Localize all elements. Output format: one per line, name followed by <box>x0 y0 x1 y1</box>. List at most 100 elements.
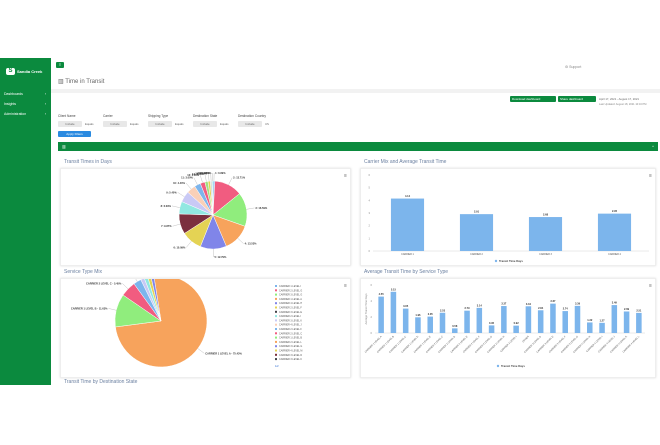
x-tick-label: CARRIER 3 <box>539 253 552 256</box>
chart-menu-icon[interactable]: ≡ <box>649 173 652 179</box>
legend-marker <box>275 353 277 356</box>
chart-title: Carrier Mix and Average Transit Time <box>364 159 447 165</box>
y-tick-label: 6 <box>371 283 373 287</box>
share-dashboard-button[interactable]: Share dashboard <box>558 96 596 102</box>
bar-data-label: 2.69 <box>624 307 630 311</box>
bar <box>452 328 458 333</box>
bar <box>439 312 446 333</box>
filter-operator-select[interactable]: Equals <box>130 122 139 126</box>
filter-label: Carrier <box>103 114 113 118</box>
bar <box>459 214 494 251</box>
legend-item[interactable]: CARRIER 3 LEVEL D <box>279 354 302 357</box>
chevron-down-icon: › <box>44 102 46 106</box>
brand-name: Sandia Creek <box>17 69 43 74</box>
support-link[interactable]: ⚙ Support <box>565 65 581 69</box>
logo[interactable]: S Sandia Creek <box>6 68 42 75</box>
pie-data-label: 10: 4.40% <box>173 181 186 185</box>
y-tick-label: 2 <box>371 315 373 319</box>
filter-input[interactable]: Include <box>103 121 127 127</box>
section-header[interactable]: ▥ ^ <box>58 142 658 151</box>
pie-leader-line <box>193 177 198 185</box>
filter-label: Client Name <box>58 114 76 118</box>
chart-menu-icon[interactable]: ≡ <box>344 173 347 179</box>
legend-marker <box>275 297 277 300</box>
filter-operator-select[interactable]: Equals <box>220 122 229 126</box>
bar <box>562 311 568 333</box>
legend-marker <box>275 285 277 287</box>
bar <box>636 312 642 333</box>
chart-menu-icon[interactable]: ≡ <box>344 283 347 289</box>
legend-item[interactable]: CARRIER 1 LEVEL B <box>279 337 302 340</box>
legend-item[interactable]: CARRIER 1 LEVEL A <box>279 298 302 301</box>
page-title-text: Time in Transit <box>65 79 105 85</box>
legend-marker <box>275 345 277 348</box>
legend-marker <box>275 319 277 322</box>
filter-input[interactable]: Include <box>193 121 217 127</box>
filter-input[interactable]: Include <box>238 121 262 127</box>
legend-item[interactable]: CARRIER 2 LEVEL I <box>279 315 301 318</box>
chart-title: Average Transit Time by Service Type <box>364 269 449 275</box>
bar-data-label: 1.27 <box>600 318 606 322</box>
legend-item[interactable]: CARRIER 2 LEVEL F <box>279 307 302 310</box>
sidebar-item-label: Dashboards <box>4 92 23 96</box>
x-tick-label: OTHER <box>522 335 530 343</box>
download-dashboard-button[interactable]: Download dashboard <box>510 96 556 102</box>
pie-leader-line <box>197 348 205 354</box>
legend-item[interactable]: CARRIER 3 LEVEL K <box>279 319 302 322</box>
chart-menu-icon[interactable]: ≡ <box>649 283 652 289</box>
legend-marker <box>275 289 277 292</box>
legend-item[interactable]: CARRIER 1 LEVEL I <box>279 285 301 288</box>
section-title: Transit Time by Destination State <box>64 379 138 385</box>
chart-title: Transit Times in Days <box>64 159 112 165</box>
date-range-picker[interactable]: April 17, 2021 - August 17, 2021 <box>599 97 639 101</box>
apply-filters-button[interactable]: Apply Filters <box>58 131 91 137</box>
legend-item[interactable]: CARRIER 2 LEVEL C <box>279 332 302 335</box>
bar <box>415 317 421 333</box>
legend-item[interactable]: CARRIER 3 LEVEL K <box>279 358 302 361</box>
legend-marker <box>275 349 277 352</box>
filter-input[interactable]: Include <box>58 121 82 127</box>
menu-toggle-button[interactable]: ≡ <box>56 62 64 68</box>
legend-item[interactable]: CARRIER 2 LEVEL L <box>279 341 302 344</box>
filter-label: Destination Country <box>238 114 266 118</box>
last-updated: Last Updated: August 18, 2021 10:16 PM <box>599 103 647 106</box>
bar-data-label: 2.91 <box>474 210 480 214</box>
legend-marker <box>275 328 277 330</box>
x-tick-label: CARRIER 1 <box>401 253 414 256</box>
page-title: ▥ Time in Transit <box>58 79 105 85</box>
y-tick-label: 4 <box>369 198 371 202</box>
pie-leader-line <box>171 205 180 208</box>
sidebar-item-insights[interactable]: Insights › <box>4 102 46 106</box>
legend-item[interactable]: CARRIER 3 LEVEL G <box>279 294 302 297</box>
filter-input[interactable]: Include <box>148 121 172 127</box>
bar <box>525 306 532 333</box>
legend-item[interactable]: CARRIER 2 LEVEL G <box>279 289 302 292</box>
x-tick-label: CARRIER 2 <box>470 253 483 256</box>
sidebar: S Sandia Creek Dashboards › Insights › Admi… <box>0 58 51 385</box>
filter-operator-select[interactable]: Equals <box>85 122 94 126</box>
pie-leader-line <box>246 207 255 210</box>
pie-leader-line <box>228 177 233 185</box>
legend-pager[interactable]: 1/2 <box>275 364 279 368</box>
filter-operator-select[interactable]: Equals <box>175 122 184 126</box>
sidebar-item-dashboards[interactable]: Dashboards › <box>4 92 46 96</box>
legend-item[interactable]: CARRIER 4 LEVEL M <box>279 350 302 353</box>
legend-item[interactable]: CARRIER 3 LEVEL G <box>279 345 302 348</box>
chart-card-avg-transit-service: ≡ 0 2 4 6 4.55 CARRIER 1 LEVEL A 5.15 CARRIER 1 … <box>360 278 656 378</box>
filter-label: Shipping Type <box>148 114 169 118</box>
filter-operator-select[interactable]: US <box>265 122 269 126</box>
bar-data-label: 2.51 <box>636 308 642 312</box>
legend-item[interactable]: CARRIER 3 LEVEL E <box>279 311 302 314</box>
legend-item[interactable]: CARRIER 4 LEVEL H <box>279 302 302 305</box>
bar-data-label: 3.14 <box>477 303 483 307</box>
sidebar-item-administration[interactable]: Administration › <box>4 112 46 116</box>
chart-title: Service Type Mix <box>64 269 102 275</box>
chart-icon: ▥ <box>62 144 66 149</box>
legend-marker <box>275 306 277 309</box>
pie-leader-line <box>237 238 244 244</box>
chart-card-carrier-mix: ≡ 0 1 2 3 4 5 6 4.14 CARRIER 1 2.91 CARRIER 2 2.68 CA… <box>360 168 656 266</box>
legend-marker <box>275 293 277 296</box>
legend-item[interactable]: CARRIER 4 LEVEL J <box>279 324 302 327</box>
pie-leader-line <box>186 241 192 248</box>
legend-item[interactable]: CARRIER 2 LEVEL F <box>279 328 302 331</box>
